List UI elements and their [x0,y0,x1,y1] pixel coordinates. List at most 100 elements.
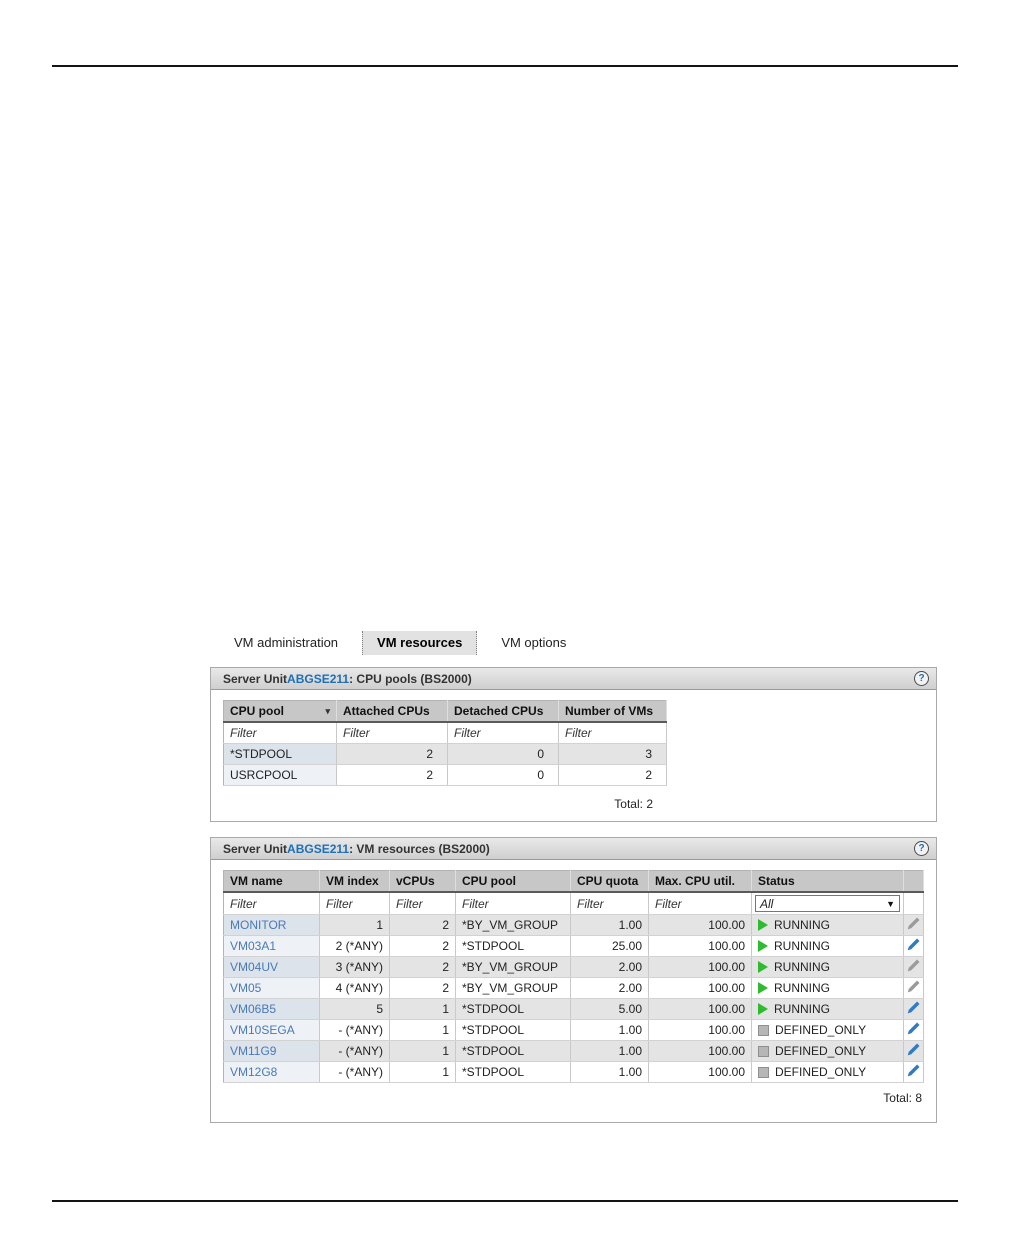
vcpus-cell: 2 [389,914,456,936]
running-icon [758,940,768,952]
status-filter-select[interactable]: All ▼ [755,895,900,912]
status-filter-value: All [760,896,774,911]
cpu-pools-panel-header: Server Unit ABGSE211 : CPU pools (BS2000… [211,668,936,690]
filter-input-attached[interactable]: Filter [336,722,448,744]
vcpus-cell: 1 [389,998,456,1020]
tab-vm-resources[interactable]: VM resources [362,631,478,655]
vm-index-cell: 2 (*ANY) [319,935,390,957]
server-unit-link[interactable]: ABGSE211 [287,842,349,856]
running-icon [758,982,768,994]
filter-input-cpu-quota[interactable]: Filter [570,892,649,915]
vm-index-cell: 3 (*ANY) [319,956,390,978]
status-label: RUNNING [774,981,830,995]
cpu-pool-cell: *BY_VM_GROUP [455,956,571,978]
tab-vm-options[interactable]: VM options [487,631,580,655]
column-header-detached-cpus[interactable]: Detached CPUs [447,700,559,723]
vm-name-link[interactable]: VM12G8 [230,1065,277,1079]
table-total: Total: 2 [614,797,653,811]
vm-name-link[interactable]: VM06B5 [230,1002,276,1016]
table-row: VM06B5 5 1 *STDPOOL 5.00 100.00 RUNNING [223,998,924,1020]
sort-desc-icon[interactable]: ▾ [325,706,330,717]
panel-title-rest: : CPU pools (BS2000) [349,671,472,686]
vm-resources-table: VM name VM index vCPUs CPU pool CPU quot… [223,870,924,1083]
column-header-vm-name[interactable]: VM name [223,870,320,893]
edit-icon[interactable] [906,979,921,994]
column-header-status[interactable]: Status [751,870,904,893]
table-row: VM10SEGA - (*ANY) 1 *STDPOOL 1.00 100.00… [223,1019,924,1041]
table-total: Total: 8 [883,1091,922,1105]
filter-input-detached[interactable]: Filter [447,722,559,744]
cpu-pool-cell: *STDPOOL [455,1040,571,1062]
column-header-cpu-pool[interactable]: ▾ CPU pool [223,700,337,723]
vm-resources-panel: Server Unit ABGSE211 : VM resources (BS2… [210,837,937,1123]
attached-cpus-cell: 2 [336,743,448,765]
number-of-vms-cell: 3 [558,743,667,765]
page-bottom-rule [52,1200,958,1202]
column-header-number-of-vms[interactable]: Number of VMs [558,700,667,723]
status-label: DEFINED_ONLY [775,1023,867,1037]
vm-name-link[interactable]: VM04UV [230,960,278,974]
filter-input-vms[interactable]: Filter [558,722,667,744]
cpu-pool-cell: *STDPOOL [455,998,571,1020]
detached-cpus-cell: 0 [447,743,559,765]
filter-input-cpu-pool[interactable]: Filter [455,892,571,915]
vm-resources-panel-header: Server Unit ABGSE211 : VM resources (BS2… [211,838,936,860]
edit-icon[interactable] [906,1000,921,1015]
edit-icon[interactable] [906,916,921,931]
filter-input-cpu-pool[interactable]: Filter [223,722,337,744]
vm-index-cell: - (*ANY) [319,1061,390,1083]
column-header-attached-cpus[interactable]: Attached CPUs [336,700,448,723]
edit-icon[interactable] [906,958,921,973]
vm-name-link[interactable]: VM11G9 [230,1044,276,1058]
vm-name-link[interactable]: VM03A1 [230,939,276,953]
max-cpu-util-cell: 100.00 [648,935,752,957]
table-row: MONITOR 1 2 *BY_VM_GROUP 1.00 100.00 RUN… [223,914,924,936]
server-unit-link[interactable]: ABGSE211 [287,672,349,686]
table-row: VM03A1 2 (*ANY) 2 *STDPOOL 25.00 100.00 … [223,935,924,957]
cpu-pool-cell: *BY_VM_GROUP [455,914,571,936]
running-icon [758,1003,768,1015]
panel-title-prefix: Server Unit [223,671,288,686]
max-cpu-util-cell: 100.00 [648,998,752,1020]
cpu-pool-cell: *STDPOOL [455,935,571,957]
vcpus-cell: 1 [389,1061,456,1083]
tab-vm-administration[interactable]: VM administration [220,631,352,655]
status-label: RUNNING [774,918,830,932]
column-header-vm-index[interactable]: VM index [319,870,390,893]
column-header-actions [903,870,924,893]
column-header-max-cpu-util[interactable]: Max. CPU util. [648,870,752,893]
vcpus-cell: 2 [389,977,456,999]
vcpus-cell: 1 [389,1040,456,1062]
column-header-cpu-quota[interactable]: CPU quota [570,870,649,893]
cpu-pool-cell: *BY_VM_GROUP [455,977,571,999]
edit-icon[interactable] [906,1042,921,1057]
cpu-pool-cell: USRCPOOL [223,764,337,786]
filter-input-max-cpu-util[interactable]: Filter [648,892,752,915]
filter-input-vm-index[interactable]: Filter [319,892,390,915]
filter-input-vcpus[interactable]: Filter [389,892,456,915]
edit-icon[interactable] [906,937,921,952]
help-icon[interactable]: ? [914,841,929,856]
help-icon[interactable]: ? [914,671,929,686]
cpu-quota-cell: 1.00 [570,1061,649,1083]
max-cpu-util-cell: 100.00 [648,956,752,978]
edit-icon[interactable] [906,1063,921,1078]
table-row: VM05 4 (*ANY) 2 *BY_VM_GROUP 2.00 100.00… [223,977,924,999]
number-of-vms-cell: 2 [558,764,667,786]
filter-empty-cell [903,892,924,915]
vm-name-link[interactable]: MONITOR [230,918,286,932]
filter-row: Filter Filter Filter Filter Filter Filte… [223,892,924,915]
status-label: DEFINED_ONLY [775,1065,867,1079]
page-top-rule [52,65,958,67]
filter-input-vm-name[interactable]: Filter [223,892,320,915]
vm-name-link[interactable]: VM10SEGA [230,1023,295,1037]
cpu-pools-panel: Server Unit ABGSE211 : CPU pools (BS2000… [210,667,937,822]
edit-icon[interactable] [906,1021,921,1036]
running-icon [758,961,768,973]
table-row: VM11G9 - (*ANY) 1 *STDPOOL 1.00 100.00 D… [223,1040,924,1062]
vm-name-link[interactable]: VM05 [230,981,261,995]
vm-index-cell: 5 [319,998,390,1020]
column-header-cpu-pool[interactable]: CPU pool [455,870,571,893]
document-page: VM administration VM resources VM option… [0,0,1010,1258]
column-header-vcpus[interactable]: vCPUs [389,870,456,893]
